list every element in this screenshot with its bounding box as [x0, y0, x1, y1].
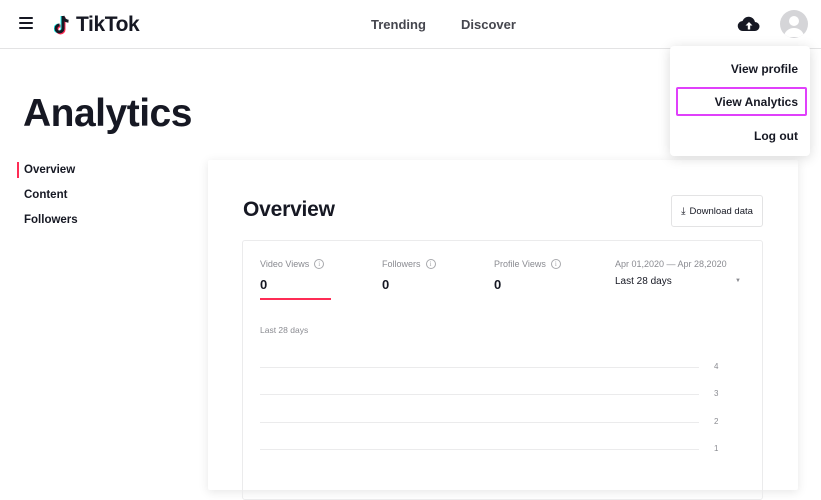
sidenav-item-overview[interactable]: Overview	[17, 162, 78, 187]
period-select[interactable]: Last 28 days ▼	[615, 276, 745, 287]
brand-name: TikTok	[76, 13, 140, 36]
info-icon[interactable]: i	[550, 259, 561, 269]
profile-dropdown-menu: View profile View Analytics Log out	[670, 46, 810, 156]
metric-value: 0	[494, 277, 502, 292]
metric-video-views[interactable]: Video Views i 0	[260, 259, 331, 300]
overview-card: Overview ⤓ Download data Video Views i 0…	[208, 160, 798, 500]
analytics-sidenav: Overview Content Followers	[17, 162, 78, 237]
sidenav-item-followers[interactable]: Followers	[17, 212, 78, 237]
metric-value: 0	[260, 277, 268, 292]
top-header: TikTok Trending Discover	[0, 0, 821, 49]
y-tick-label: 2	[714, 417, 719, 426]
chart-gridline	[260, 367, 699, 368]
tiktok-note-icon	[54, 15, 69, 35]
chart-gridline	[260, 422, 699, 423]
metric-followers[interactable]: Followers i 0	[382, 259, 436, 292]
chart-caption: Last 28 days	[260, 325, 309, 335]
hamburger-menu-icon[interactable]	[19, 17, 33, 29]
tiktok-logo[interactable]: TikTok	[54, 13, 140, 37]
period-select-value: Last 28 days	[615, 276, 672, 287]
metric-label: Profile Views	[494, 259, 546, 269]
overview-title: Overview	[243, 198, 335, 221]
y-tick-label: 3	[714, 389, 719, 398]
info-icon[interactable]: i	[314, 259, 325, 269]
caret-down-icon: ▼	[735, 278, 741, 284]
download-data-button[interactable]: ⤓ Download data	[671, 195, 763, 227]
cloud-upload-icon[interactable]	[737, 14, 761, 34]
menu-item-view-analytics[interactable]: View Analytics	[715, 95, 798, 109]
y-tick-label: 1	[714, 444, 719, 453]
chart-gridline	[260, 394, 699, 395]
user-silhouette-icon	[784, 16, 804, 37]
info-icon[interactable]: i	[425, 259, 436, 269]
menu-item-view-profile[interactable]: View profile	[731, 62, 798, 76]
y-tick-label: 4	[714, 362, 719, 371]
page-title: Analytics	[23, 92, 192, 135]
date-range-selector[interactable]: Apr 01,2020 — Apr 28,2020 Last 28 days ▼	[615, 259, 745, 287]
metric-label: Video Views	[260, 259, 310, 269]
user-avatar[interactable]	[780, 10, 808, 38]
download-icon: ⤓	[681, 205, 686, 217]
metric-label: Followers	[382, 259, 421, 269]
sidenav-item-content[interactable]: Content	[17, 187, 78, 212]
metric-value: 0	[382, 277, 390, 292]
metric-profile-views[interactable]: Profile Views i 0	[494, 259, 561, 292]
download-data-label: Download data	[689, 205, 753, 217]
nav-trending[interactable]: Trending	[371, 17, 426, 32]
menu-item-log-out[interactable]: Log out	[754, 129, 798, 143]
selected-metric-underline	[260, 298, 331, 300]
date-range-text: Apr 01,2020 — Apr 28,2020	[615, 259, 727, 269]
chart-gridline	[260, 449, 699, 450]
nav-discover[interactable]: Discover	[461, 17, 516, 32]
metrics-panel: Video Views i 0 Followers i 0 Profile Vi…	[242, 240, 763, 500]
